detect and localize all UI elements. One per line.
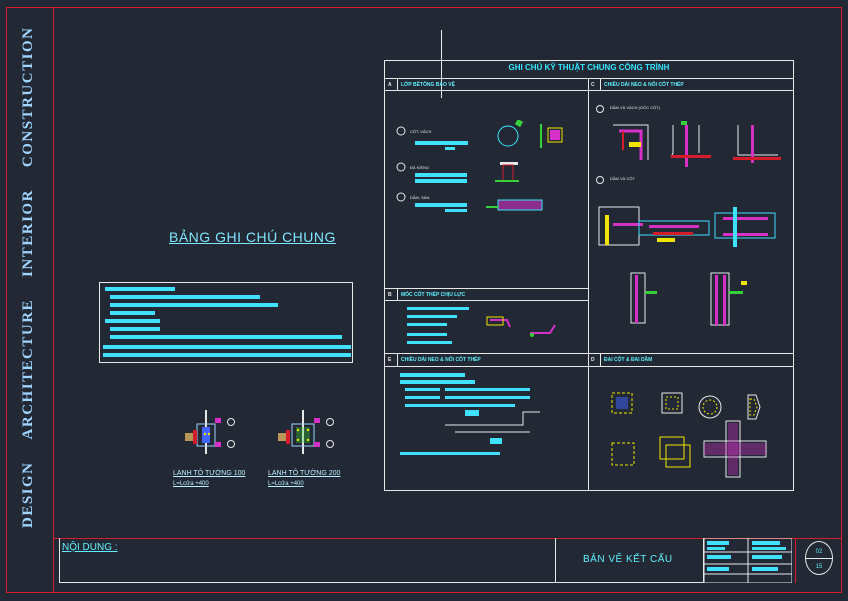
section-d-title: ĐAI CỘT & ĐAI DẦM bbox=[604, 357, 653, 363]
spec-divider bbox=[384, 90, 794, 91]
section-c-title: CHIỀU DÀI NEO & NỐI CỐT THÉP bbox=[604, 82, 684, 88]
section-a-diagrams bbox=[396, 120, 563, 212]
lintel-detail-100 bbox=[185, 410, 235, 454]
spec-divider bbox=[384, 366, 794, 367]
note-line bbox=[103, 353, 351, 357]
spec-divider bbox=[397, 288, 398, 300]
sidebar-brand: DESIGN ARCHITECTURE INTERIOR CONSTRUCTION bbox=[18, 27, 58, 530]
section-a-title: LỚP BÊTÔNG BẢO VỆ bbox=[401, 82, 455, 88]
section-b-letter: B bbox=[388, 292, 392, 298]
sheet-number-divider bbox=[806, 558, 832, 559]
spec-table-title: GHI CHÚ KỸ THUẬT CHUNG CÔNG TRÌNH bbox=[508, 63, 670, 72]
section-e-title: CHIỀU DÀI NEO & NỐI CỐT THÉP bbox=[401, 357, 481, 363]
title-block-content-cell bbox=[59, 538, 556, 583]
lintel-100-length: L=Lcửa +400 bbox=[173, 481, 209, 487]
spec-divider bbox=[384, 300, 588, 301]
sidebar-text: DESIGN ARCHITECTURE INTERIOR CONSTRUCTION bbox=[20, 5, 37, 528]
sheet-number-top: 02 bbox=[815, 549, 823, 555]
title-block-info-grid bbox=[704, 538, 792, 583]
section-e-letter: E bbox=[388, 357, 392, 363]
section-d-diagrams bbox=[611, 392, 767, 478]
spec-divider bbox=[600, 78, 601, 90]
section-e-diagrams bbox=[400, 373, 540, 455]
sheet-number-bottom: 15 bbox=[815, 564, 823, 570]
spec-divider bbox=[384, 353, 794, 354]
lintel-100-caption: LANH TÔ TƯỜNG 100 bbox=[173, 470, 246, 477]
spec-divider bbox=[384, 288, 588, 289]
spec-divider bbox=[397, 353, 398, 366]
note-line bbox=[105, 287, 175, 291]
sidebar-word-architecture: ARCHITECTURE bbox=[20, 298, 36, 440]
note-line bbox=[110, 335, 342, 339]
general-notes-title: BẢNG GHI CHÚ CHUNG bbox=[169, 229, 336, 245]
note-line bbox=[110, 327, 160, 331]
lintel-200-length: L=Lcửa +400 bbox=[268, 481, 304, 487]
lintel-200-caption: LANH TÔ TƯỜNG 200 bbox=[268, 470, 341, 477]
note-line bbox=[105, 319, 160, 323]
section-b-diagrams bbox=[407, 307, 556, 344]
drawing-name: BẢN VẼ KẾT CẤU bbox=[583, 554, 673, 565]
section-a-letter: A bbox=[388, 82, 392, 88]
spec-divider bbox=[384, 78, 794, 79]
section-d-letter: D bbox=[591, 357, 595, 363]
note-line bbox=[103, 345, 351, 349]
note-line bbox=[110, 295, 260, 299]
note-line bbox=[110, 303, 278, 307]
note-line bbox=[110, 311, 155, 315]
spec-divider bbox=[397, 78, 398, 90]
section-b-title: MÓC CỐT THÉP CHỊU LỰC bbox=[401, 292, 466, 298]
content-label: NỘI DUNG : bbox=[62, 542, 118, 553]
spec-divider bbox=[588, 78, 589, 491]
spec-divider bbox=[600, 353, 601, 366]
sidebar-word-interior: INTERIOR bbox=[20, 189, 36, 277]
section-c-diagrams bbox=[596, 105, 781, 326]
general-notes-box bbox=[99, 282, 353, 363]
section-c-letter: C bbox=[591, 82, 595, 88]
sidebar-word-construction: CONSTRUCTION bbox=[20, 26, 36, 168]
lintel-detail-200 bbox=[278, 410, 334, 454]
sidebar-word-design: DESIGN bbox=[20, 461, 36, 528]
